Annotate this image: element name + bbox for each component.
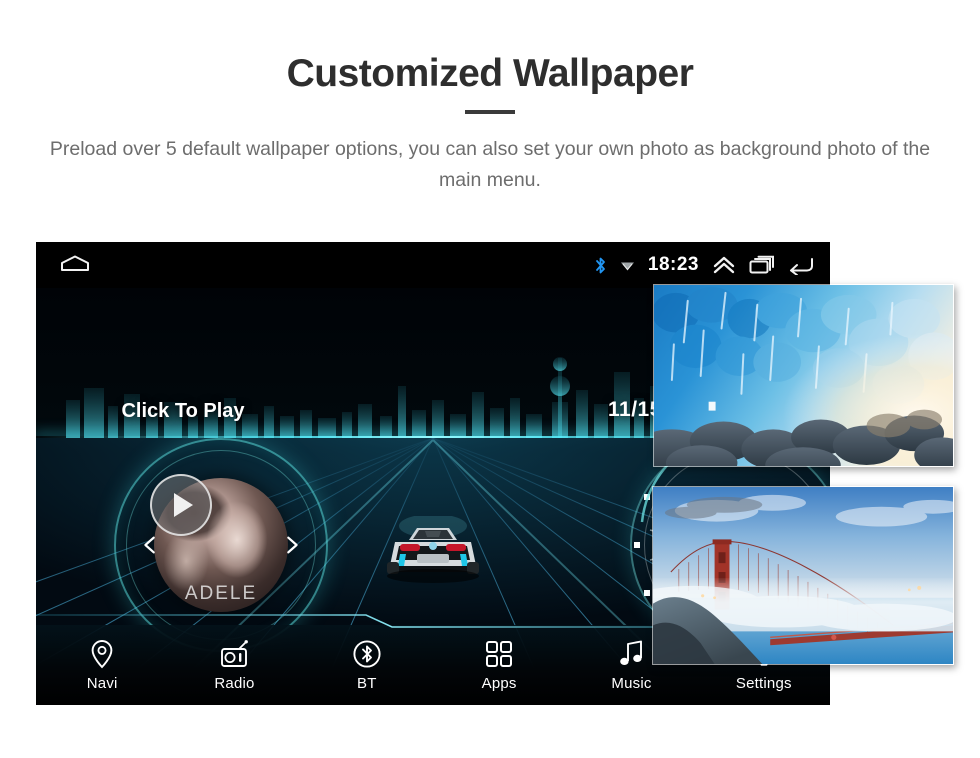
nav-label: Apps (481, 674, 517, 692)
golden-gate-bridge-wallpaper[interactable] (652, 486, 954, 665)
page-subtitle: Preload over 5 default wallpaper options… (49, 138, 931, 191)
chevron-up-icon[interactable] (712, 255, 736, 275)
page-title: Customized Wallpaper (286, 52, 694, 95)
chevron-left-icon[interactable] (139, 534, 161, 556)
ice-cave-image (654, 285, 953, 466)
album-artist-label: ADELE (184, 583, 258, 604)
status-bar: 18:23 (36, 242, 830, 288)
nav-item-bt[interactable]: BT (301, 639, 433, 692)
click-to-play-label: Click To Play (121, 400, 245, 422)
recents-icon[interactable] (749, 255, 775, 275)
wifi-icon (620, 262, 634, 270)
nav-item-apps[interactable]: Apps (433, 639, 565, 692)
golden-gate-image (653, 487, 953, 664)
back-arrow-icon[interactable] (788, 255, 814, 275)
nav-label: Music (611, 674, 652, 692)
bluetooth-icon (353, 639, 381, 668)
home-icon[interactable] (60, 255, 90, 272)
play-icon (174, 493, 193, 517)
status-bar-right-group: 18:23 (594, 242, 814, 288)
ice-cave-wallpaper[interactable] (653, 284, 954, 467)
play-button[interactable] (150, 474, 212, 536)
apps-grid-icon (486, 640, 513, 667)
nav-label: Radio (214, 674, 255, 692)
status-bar-clock: 18:23 (647, 254, 699, 275)
map-pin-icon (91, 639, 113, 668)
bluetooth-icon (595, 257, 605, 273)
title-divider (465, 110, 515, 114)
nav-item-radio[interactable]: Radio (168, 639, 300, 692)
nav-item-navi[interactable]: Navi (36, 639, 168, 692)
nav-label: BT (357, 674, 377, 692)
nav-label: Navi (86, 674, 118, 692)
radio-icon (221, 639, 249, 667)
nav-label: Settings (735, 674, 792, 692)
music-note-icon (620, 640, 643, 665)
car-illustration (387, 516, 479, 583)
chevron-right-icon[interactable] (281, 534, 303, 556)
promo-page: Customized Wallpaper Preload over 5 defa… (0, 0, 980, 758)
